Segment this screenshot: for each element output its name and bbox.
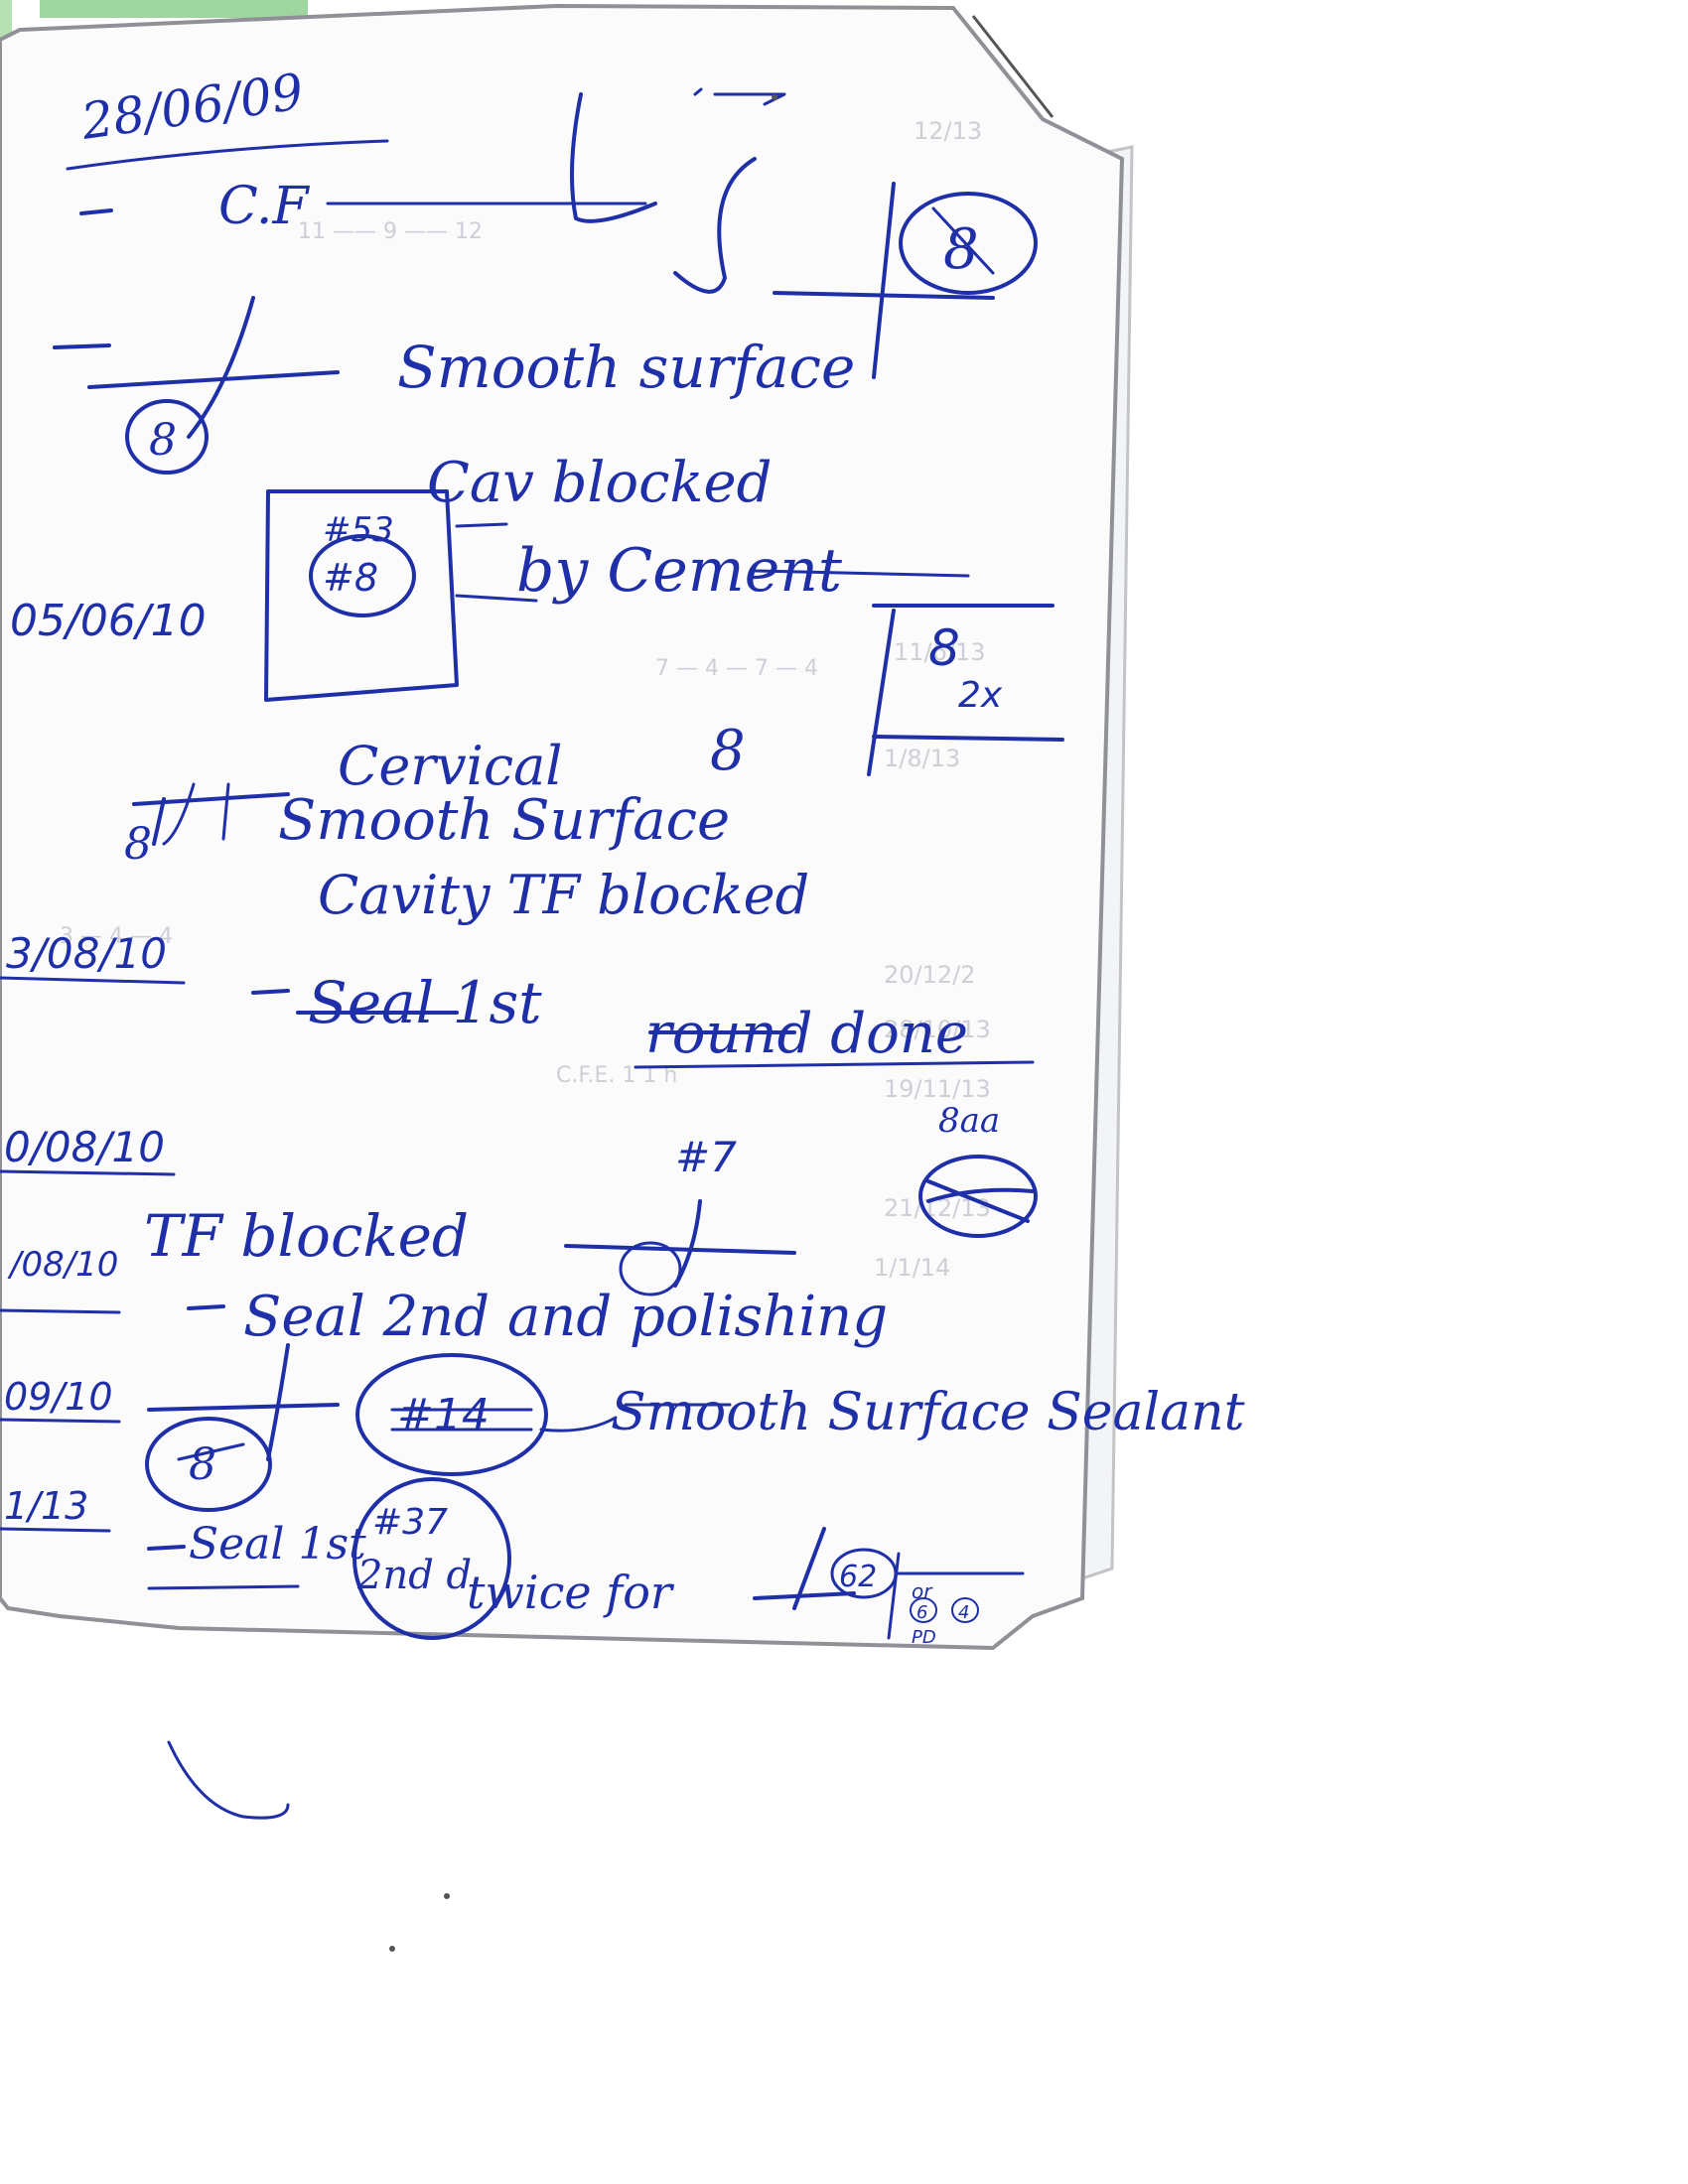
tooth-label-4: 4 (958, 1602, 969, 1623)
date-3-08-10: 3/08/10 (6, 929, 167, 978)
svg-text:7 — 4 — 7 — 4: 7 — 4 — 7 — 4 (655, 656, 818, 681)
svg-text:20/12/2: 20/12/2 (884, 961, 976, 989)
cervical-tooth-8: 8 (710, 719, 746, 783)
svg-text:11 —— 9 —— 12: 11 —— 9 —— 12 (298, 219, 483, 244)
tooth-label-7: #7 (675, 1133, 737, 1181)
date-0-08-10: 0/08/10 (4, 1123, 165, 1171)
svg-text:1/8/13: 1/8/13 (884, 745, 960, 772)
corner-label-8: 8 (928, 619, 960, 677)
note-cavity-tf-blocked: Cavity TF blocked (318, 864, 809, 926)
note-twice-for: twice for (467, 1566, 675, 1619)
svg-text:1/1/14: 1/1/14 (874, 1254, 950, 1282)
tooth-label-37: #37 (372, 1502, 448, 1543)
note-cavity-blocked: Cav blocked (427, 451, 772, 515)
quadrant-label-8: 8 (124, 819, 152, 870)
stray-pen-stroke (167, 1740, 290, 1820)
note-cf: C.F (218, 177, 310, 236)
stray-dot-1 (444, 1893, 450, 1899)
corner-label-2x: 2x (958, 675, 1003, 716)
tooth-number-left: 8 (149, 415, 177, 466)
tooth-label-6: 6 (916, 1602, 927, 1623)
stray-dot-3 (772, 94, 777, 100)
date-underline-6 (0, 1418, 121, 1424)
box-label-8: #8 (323, 556, 378, 600)
note-seal-2nd-polishing: Seal 2nd and polishing (243, 1285, 888, 1349)
svg-text:12/13: 12/13 (914, 117, 982, 145)
note-seal-1st: Seal 1st (308, 969, 542, 1036)
tooth-label-8aa: 8aa (938, 1101, 1000, 1141)
tooth-label-lower-8: 8 (189, 1439, 216, 1490)
tooth-label-pd: PD (912, 1627, 936, 1648)
tooth-label-62: 62 (839, 1560, 877, 1594)
note-seal-1st-2: Seal 1st (189, 1519, 366, 1570)
date-09-10: 09/10 (4, 1375, 113, 1419)
tooth-label-14: #14 (397, 1390, 490, 1440)
scanned-notebook-page: a 12/13 11/6/13 1/8/13 20/12/2 28/10/13 … (0, 0, 1245, 1952)
svg-text:19/11/13: 19/11/13 (884, 1075, 991, 1103)
date-08-10: /08/10 (7, 1245, 118, 1285)
date-05-06-10: 05/06/10 (10, 596, 207, 646)
note-tf-blocked: TF blocked (144, 1202, 469, 1270)
note-2nd-d: 2nd d (356, 1553, 472, 1598)
date-underline-5 (0, 1308, 121, 1314)
green-edge-top (40, 0, 308, 18)
date-underline-7 (0, 1527, 111, 1533)
date-1-13: 1/13 (4, 1484, 88, 1528)
note-smooth-surface-sealant: Smooth Surface Sealant (611, 1383, 1245, 1442)
note-smooth-surface: Smooth surface (397, 334, 855, 401)
note-smooth-surface-2: Smooth Surface (278, 788, 730, 853)
stray-dot-2 (389, 1946, 395, 1952)
